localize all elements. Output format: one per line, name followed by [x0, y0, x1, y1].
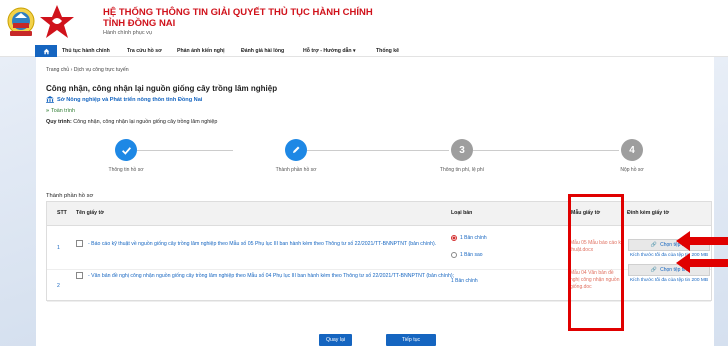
- process-value: Công nhận, công nhận lại nguồn giống cây…: [73, 119, 218, 125]
- step-2-label: Thành phần hồ sơ: [275, 167, 317, 173]
- process-line: Quy trình: Công nhận, công nhận lại nguồ…: [46, 119, 217, 125]
- star-logo-icon: [40, 5, 74, 38]
- double-chevron-icon: »: [46, 108, 49, 114]
- copy-option-original[interactable]: 1 Bản chính: [451, 235, 487, 241]
- site-title-line2: TỈNH ĐỒNG NAI: [103, 18, 176, 29]
- row-doc-name: - Văn bản đề nghị công nhận nguồn giống …: [88, 273, 455, 279]
- home-icon: [43, 48, 49, 54]
- row-doc-name: - Báo cáo kỹ thuật về nguồn giống cây tr…: [88, 241, 437, 247]
- back-button[interactable]: Quay lại: [319, 334, 352, 346]
- nav-item-feedback[interactable]: Phản ánh kiến nghị: [177, 48, 225, 54]
- institution-icon: [46, 96, 54, 103]
- header-copy-type: Loại bản: [451, 210, 473, 216]
- copy-option-label: 1 Bản chính: [460, 235, 487, 241]
- process-label: Quy trình:: [46, 119, 72, 125]
- nav-item-satisfaction[interactable]: Đánh giá hài lòng: [241, 48, 284, 54]
- step-connector-2: [307, 150, 449, 151]
- template-column-highlight: [568, 194, 624, 331]
- file-size-note: Kích thước tối đa của tệp tin 200 MB: [629, 278, 709, 283]
- step-1-done-circle[interactable]: [115, 139, 137, 161]
- nav-item-procedures[interactable]: Thủ tục hành chính: [62, 48, 110, 54]
- paperclip-icon: 🔗: [650, 267, 658, 273]
- site-title-line1: HỆ THỐNG THÔNG TIN GIẢI QUYẾT THỦ TỤC HÀ…: [103, 7, 373, 18]
- step-connector-1: [137, 150, 233, 151]
- header-attachment: Đính kèm giấy tờ: [627, 210, 670, 216]
- radio-empty-icon[interactable]: [451, 252, 457, 258]
- right-background: [714, 56, 728, 346]
- paperclip-icon: 🔗: [650, 242, 658, 248]
- nav-item-support[interactable]: Hỗ trợ - Hướng dẫn ▾: [303, 48, 356, 54]
- step-4-label: Nộp hồ sơ: [620, 167, 644, 173]
- step-1-label: Thông tin hồ sơ: [108, 167, 144, 173]
- radio-selected-icon[interactable]: [451, 235, 457, 241]
- step-4-circle[interactable]: 4: [621, 139, 643, 161]
- nav-item-statistics[interactable]: Thống kê: [376, 48, 399, 54]
- copy-option-label: 1 Bản sao: [460, 252, 483, 258]
- step-2-current-circle[interactable]: [285, 139, 307, 161]
- copy-type-text: 1 Bản chính: [451, 278, 478, 284]
- pencil-icon: [293, 146, 300, 153]
- red-arrow-icon: [676, 253, 728, 273]
- step-3-label: Thông tin phí, lệ phí: [439, 167, 485, 173]
- breadcrumb-home[interactable]: Trang chủ: [46, 67, 69, 73]
- header-stt: STT: [57, 210, 67, 216]
- nav-item-lookup[interactable]: Tra cứu hồ sơ: [127, 48, 162, 54]
- step-3-circle[interactable]: 3: [451, 139, 473, 161]
- red-arrow-icon: [676, 231, 728, 251]
- row-stt: 1: [57, 245, 60, 251]
- scope-badge: » Toàn trình: [46, 108, 75, 114]
- site-subtitle: Hành chính phục vụ: [103, 30, 152, 36]
- home-button[interactable]: [35, 45, 57, 57]
- copy-option-copy[interactable]: 1 Bản sao: [451, 252, 483, 258]
- site-header: HỆ THỐNG THÔNG TIN GIẢI QUYẾT THỦ TỤC HÀ…: [0, 0, 728, 44]
- agency-link[interactable]: Sở Nông nghiệp và Phát triển nông thôn t…: [46, 96, 202, 103]
- breadcrumb-current[interactable]: Dịch vụ công trực tuyến: [74, 67, 129, 73]
- left-background: [0, 56, 36, 346]
- step-connector-3: [473, 150, 619, 151]
- nav-item-support-label: Hỗ trợ - Hướng dẫn: [303, 48, 352, 54]
- agency-name: Sở Nông nghiệp và Phát triển nông thôn t…: [57, 96, 203, 103]
- page-title: Công nhận, công nhận lại nguồn giống cây…: [46, 84, 278, 93]
- continue-button[interactable]: Tiếp tục: [386, 334, 436, 346]
- province-emblem-icon: [7, 7, 35, 36]
- section-title: Thành phần hồ sơ: [46, 193, 94, 199]
- caret-down-icon: ▾: [353, 48, 356, 54]
- main-navbar: Thủ tục hành chính Tra cứu hồ sơ Phản án…: [0, 45, 728, 57]
- breadcrumb: Trang chủ › Dịch vụ công trực tuyến: [46, 67, 129, 73]
- check-icon: [121, 146, 131, 155]
- scope-label: Toàn trình: [51, 108, 75, 114]
- header-doc-name: Tên giấy tờ: [76, 210, 104, 216]
- row-stt: 2: [57, 283, 60, 289]
